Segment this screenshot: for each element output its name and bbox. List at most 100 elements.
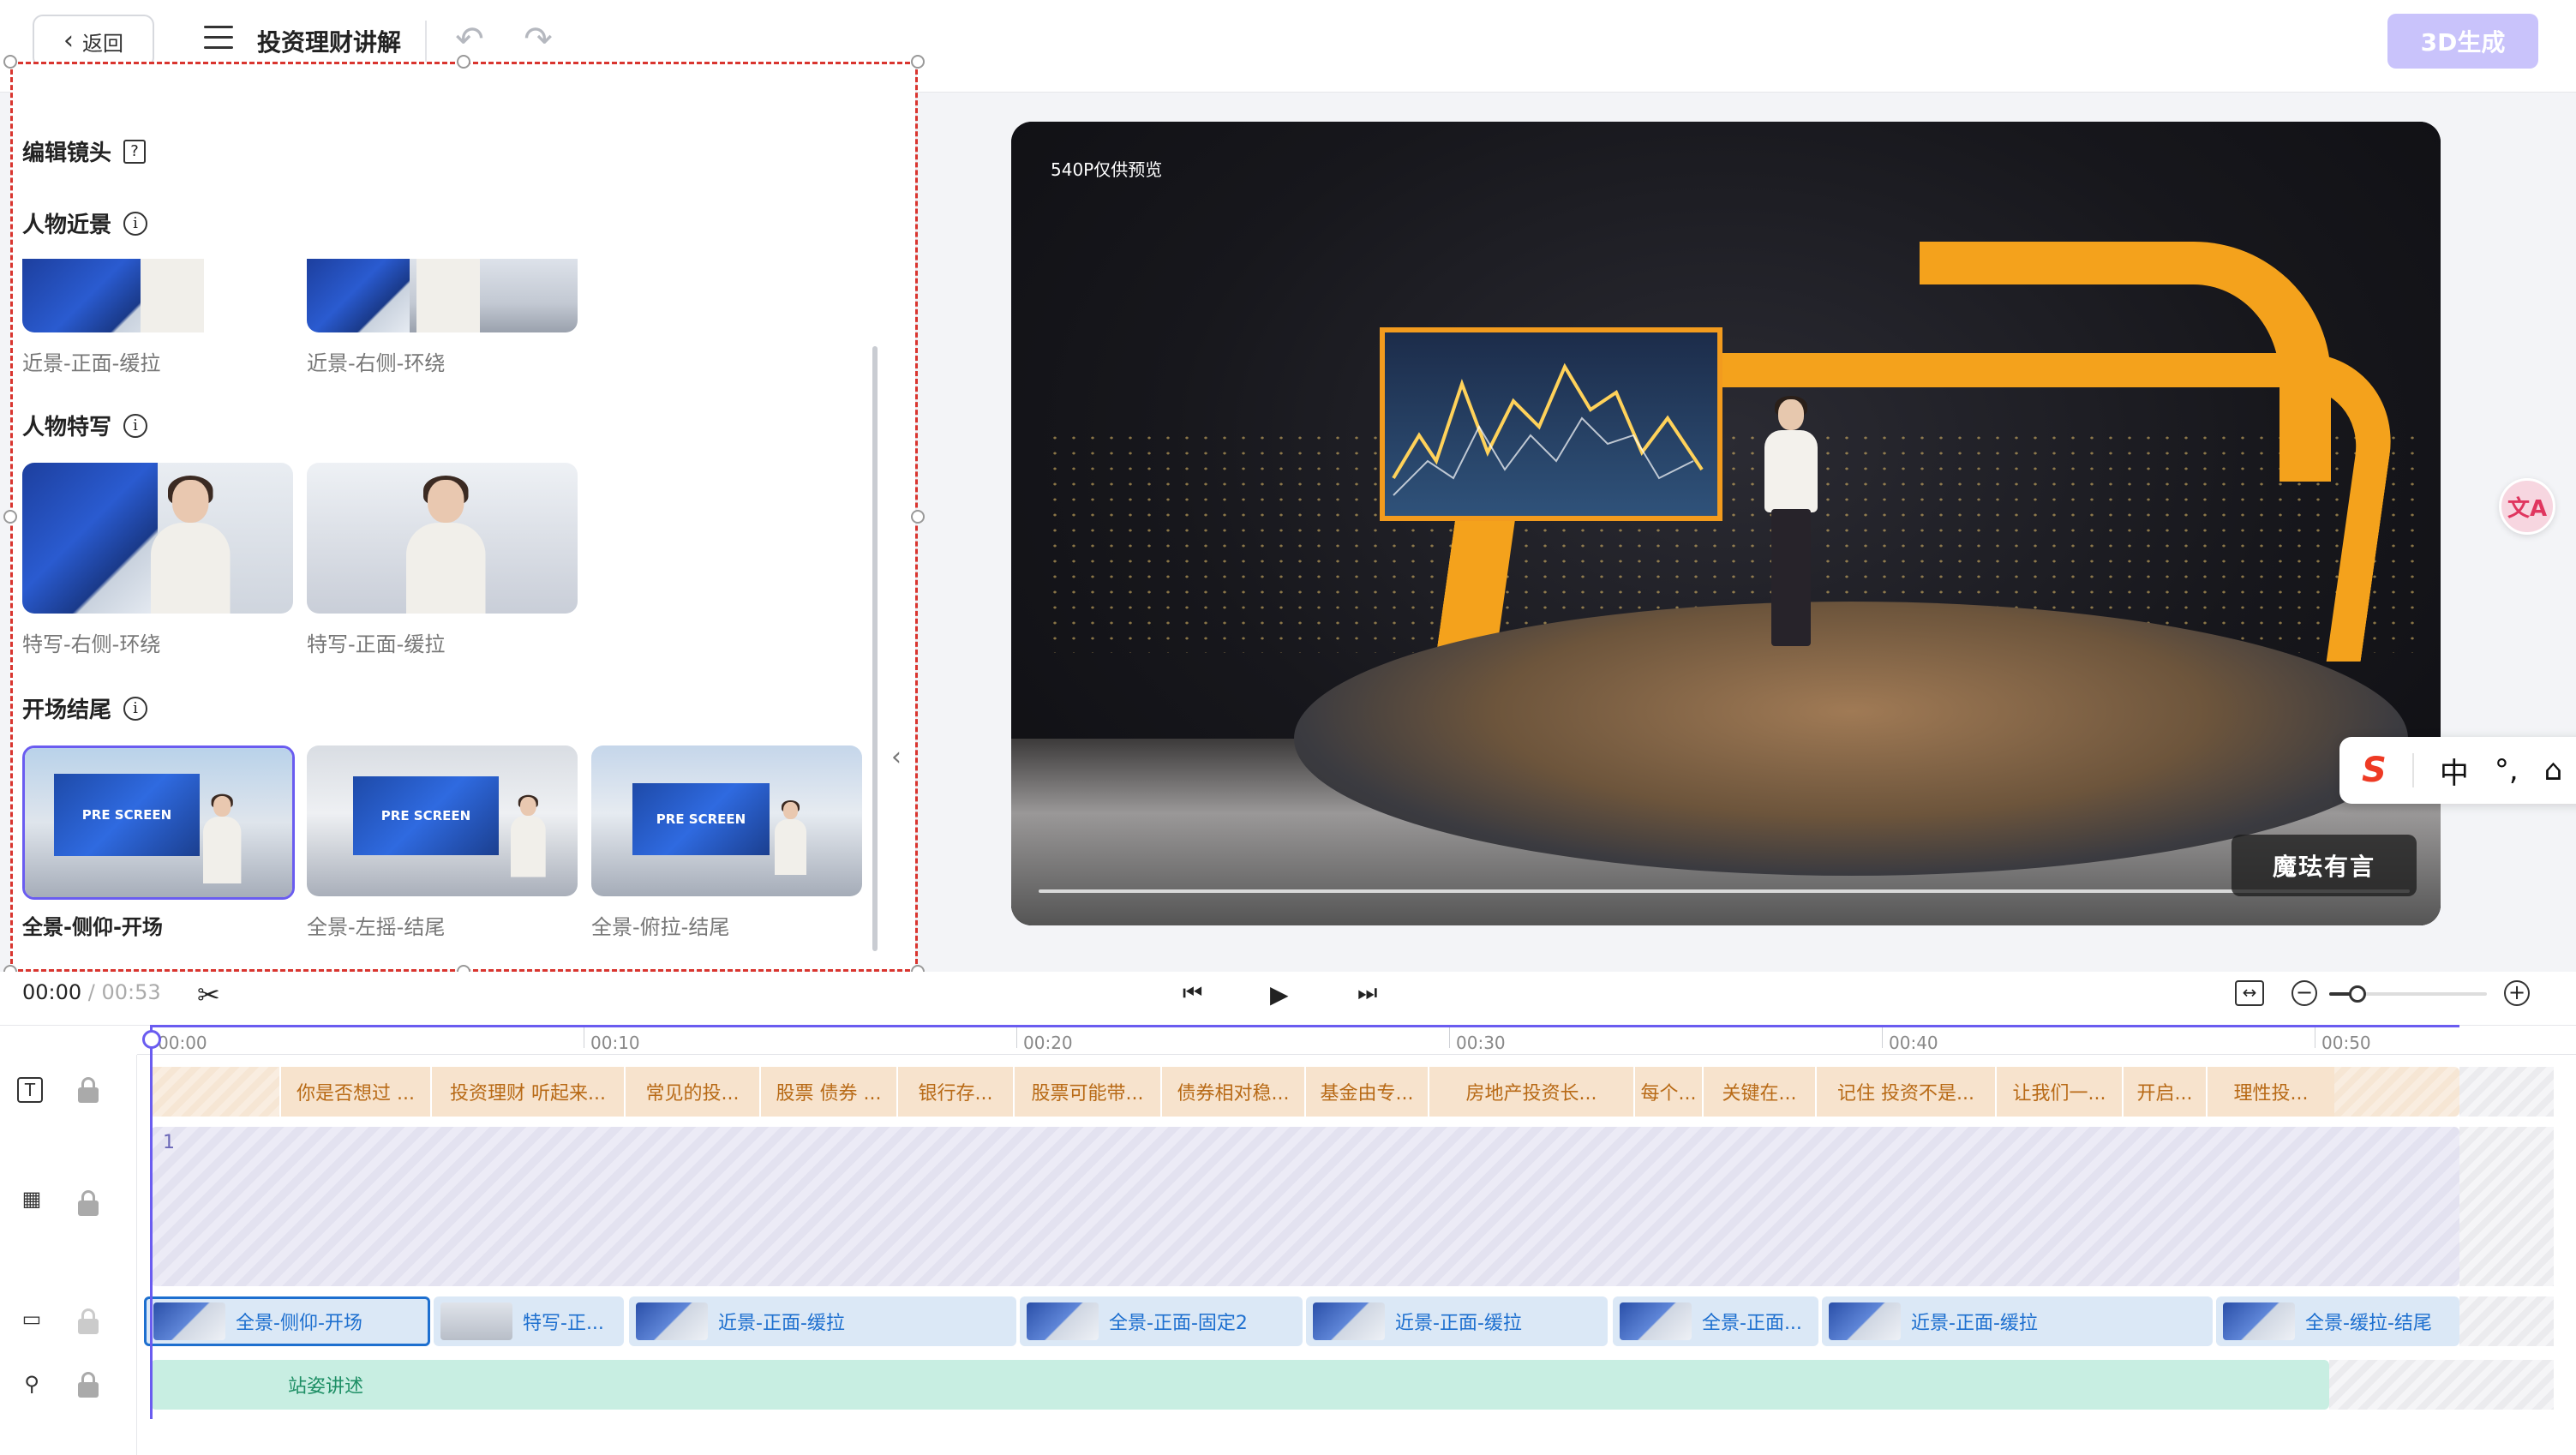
track-tail	[2329, 1360, 2554, 1410]
total-time: 00:53	[101, 980, 161, 1004]
playhead[interactable]	[150, 1025, 153, 1419]
time-ruler[interactable]: 00:00 00:10 00:20 00:30 00:40 00:50	[137, 1026, 2576, 1055]
ime-punct[interactable]: °,	[2495, 753, 2519, 787]
subtitle-clip[interactable]: 基金由专...	[1304, 1067, 1428, 1117]
scissors-icon[interactable]: ✂	[197, 979, 220, 1011]
shot-clip[interactable]: 近景-正面-缓拉	[629, 1296, 1016, 1346]
shot-clip-label: 近景-正面-缓拉	[718, 1313, 845, 1334]
subtitle-clip[interactable]: 房地产投资长...	[1428, 1067, 1633, 1117]
lock-icon[interactable]	[77, 1372, 99, 1398]
subtitle-clip[interactable]: 关键在...	[1702, 1067, 1815, 1117]
timeline: 00:00 00:10 00:20 00:30 00:40 00:50 T ▦ ▭ ⚲ 1…	[0, 1025, 2576, 1455]
zoom-out-icon[interactable]: −	[2291, 980, 2317, 1006]
subtitle-clip[interactable]: 开启...	[2122, 1067, 2206, 1117]
shot-clip[interactable]: 近景-正面-缓拉	[1822, 1296, 2213, 1346]
ruler-tick-label: 00:20	[1023, 1033, 1073, 1053]
shot-thumbnail[interactable]: PRE SCREEN	[307, 745, 578, 896]
track-tail	[2459, 1127, 2554, 1286]
shot-label: 近景-正面-缓拉	[22, 351, 161, 375]
virtual-anchor	[1752, 396, 1830, 656]
shot-clip[interactable]: 全景-正面...	[1613, 1296, 1818, 1346]
playhead-handle[interactable]	[142, 1030, 161, 1049]
shot-clip[interactable]: 全景-缓拉-结尾	[2216, 1296, 2459, 1346]
subtitle-clip[interactable]: 每个...	[1633, 1067, 1702, 1117]
back-button[interactable]: ‹ 返回	[33, 15, 154, 68]
subtitle-gap	[151, 1067, 279, 1117]
video-preview[interactable]: 540P仅供预览 魔珐有言	[1011, 122, 2441, 925]
help-icon[interactable]: ?	[123, 139, 147, 164]
fit-width-icon[interactable]: ↔	[2235, 980, 2264, 1006]
panel-scrollbar[interactable]	[872, 346, 878, 951]
lock-icon[interactable]	[77, 1190, 99, 1216]
info-icon[interactable]: i	[123, 413, 148, 438]
shot-clip[interactable]: 全景-侧仰-开场	[144, 1296, 430, 1346]
section-title-closeup: 人物近景 i	[22, 207, 148, 239]
shot-label: 全景-俯拉-结尾	[591, 915, 730, 939]
shot-thumbnail[interactable]	[307, 463, 578, 614]
ruler-tick	[1882, 1026, 1883, 1048]
resize-handle[interactable]	[3, 55, 17, 69]
shot-clip[interactable]: 特写-正...	[434, 1296, 624, 1346]
info-icon[interactable]: i	[123, 696, 148, 721]
zoom-handle[interactable]	[2349, 985, 2367, 1003]
subtitle-clip[interactable]: 记住 投资不是...	[1815, 1067, 1995, 1117]
resize-handle[interactable]	[911, 510, 925, 524]
shot-thumbnail[interactable]	[22, 463, 293, 614]
shot-thumbnail[interactable]: PRE SCREEN	[591, 745, 862, 896]
subtitle-clip[interactable]: 债券相对稳...	[1160, 1067, 1304, 1117]
ime-mode[interactable]: 中	[2440, 750, 2469, 792]
skip-back-icon[interactable]: ⏮	[1183, 980, 1202, 1007]
back-label: 返回	[82, 31, 123, 56]
menu-icon[interactable]	[204, 26, 233, 51]
translate-icon[interactable]: 文A	[2499, 478, 2555, 535]
zoom-in-icon[interactable]: +	[2504, 980, 2530, 1006]
ruler-tick-label: 00:40	[1889, 1033, 1938, 1053]
shot-label: 特写-右侧-环绕	[22, 632, 161, 656]
subtitle-clip[interactable]: 股票可能带...	[1013, 1067, 1160, 1117]
collapse-panel-icon[interactable]: ‹	[891, 742, 902, 772]
ruler-tick	[1449, 1026, 1450, 1048]
skin-icon[interactable]: ⌂	[2544, 753, 2563, 787]
action-clip[interactable]: 站姿讲述	[151, 1360, 2329, 1410]
shot-clip[interactable]: 近景-正面-缓拉	[1306, 1296, 1608, 1346]
shot-thumbnail[interactable]	[22, 259, 293, 332]
info-icon[interactable]: i	[123, 211, 148, 236]
section-title-text: 人物近景	[22, 213, 112, 238]
lock-icon[interactable]	[77, 1077, 99, 1103]
redo-icon[interactable]: ↷	[519, 22, 557, 57]
ime-toolbar[interactable]: S 中 °, ⌂	[2339, 737, 2576, 804]
shot-thumbnail[interactable]	[307, 259, 578, 332]
play-icon[interactable]: ▶	[1270, 980, 1289, 1009]
shot-clip-label: 全景-侧仰-开场	[236, 1313, 362, 1334]
shot-label: 全景-左摇-结尾	[307, 915, 446, 939]
shot-thumbnail-selected[interactable]: PRE SCREEN	[22, 745, 295, 900]
divider	[425, 21, 427, 62]
shot-clip-thumbnail	[440, 1302, 512, 1340]
resize-handle[interactable]	[457, 55, 470, 69]
unlock-icon[interactable]	[77, 1308, 99, 1334]
subtitle-clip[interactable]: 常见的投...	[624, 1067, 759, 1117]
shot-clip-label: 特写-正...	[523, 1313, 604, 1334]
subtitle-clip[interactable]: 理性投...	[2206, 1067, 2334, 1117]
zoom-slider[interactable]	[2329, 985, 2487, 1003]
shot-clip[interactable]: 全景-正面-固定2	[1020, 1296, 1303, 1346]
track-header: T ▦ ▭ ⚲	[0, 1055, 137, 1455]
shot-clip-label: 全景-正面-固定2	[1109, 1313, 1248, 1334]
shot-clip-thumbnail	[1313, 1302, 1385, 1340]
subtitle-clip[interactable]: 股票 债券 ...	[759, 1067, 896, 1117]
resize-handle[interactable]	[3, 510, 17, 524]
prescreen-label: PRE SCREEN	[632, 783, 770, 855]
subtitle-clip[interactable]: 银行存...	[896, 1067, 1013, 1117]
skip-forward-icon[interactable]: ⏭	[1357, 980, 1377, 1007]
undo-icon[interactable]: ↶	[451, 22, 488, 57]
shot-clip-label: 全景-缓拉-结尾	[2305, 1313, 2432, 1334]
time-display: 00:00 / 00:53	[22, 980, 161, 1004]
subtitle-clip[interactable]: 投资理财 听起来...	[430, 1067, 624, 1117]
track-tail	[2459, 1296, 2554, 1346]
shot-label: 特写-正面-缓拉	[307, 632, 446, 656]
project-title[interactable]: 投资理财讲解	[257, 24, 401, 58]
subtitle-clip[interactable]: 让我们一...	[1995, 1067, 2122, 1117]
generate-3d-button[interactable]: 3D生成	[2387, 14, 2538, 69]
resize-handle[interactable]	[911, 55, 925, 69]
subtitle-clip[interactable]: 你是否想过 ...	[279, 1067, 430, 1117]
